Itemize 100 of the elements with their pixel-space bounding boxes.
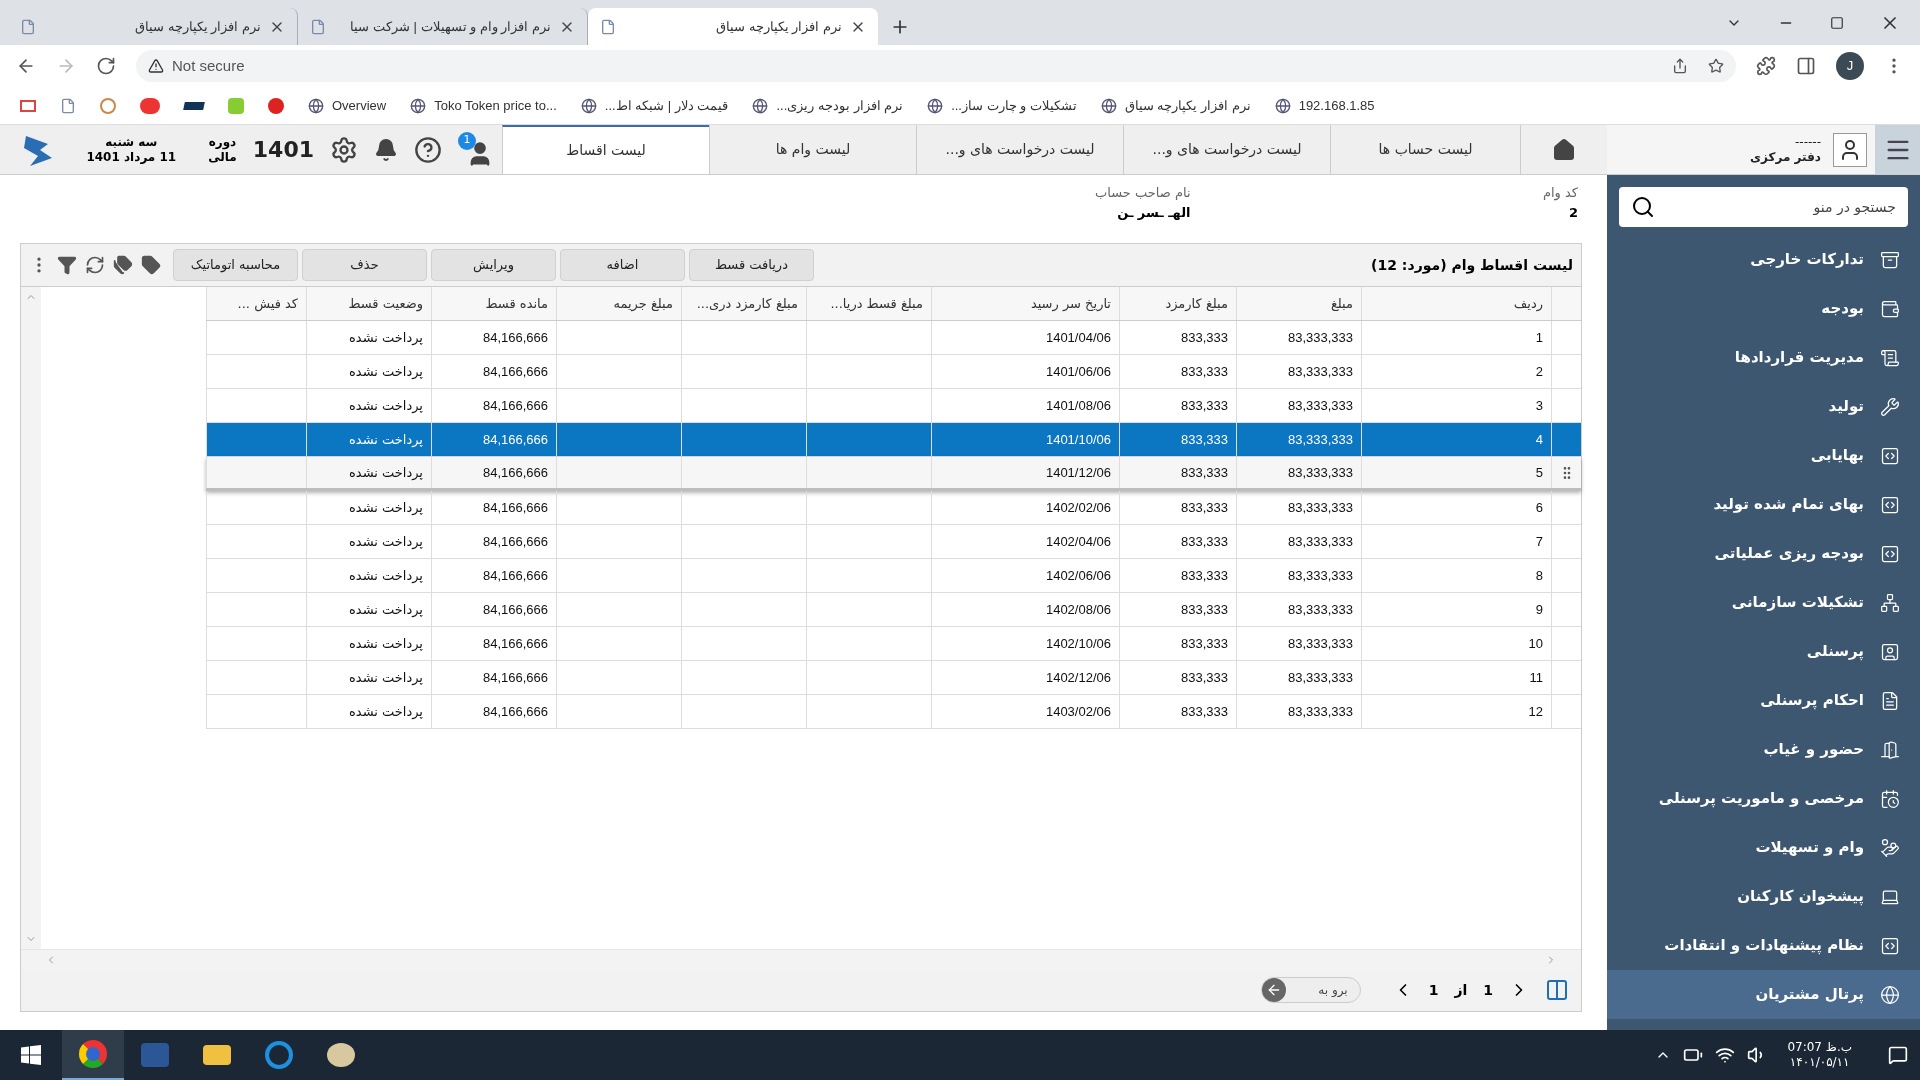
table-cell-text: پرداخت نشده (349, 463, 423, 482)
user-avatar-icon (1833, 132, 1867, 167)
settings-icon[interactable] (330, 135, 358, 164)
column-header[interactable]: مانده قسط (431, 287, 556, 320)
bookmark[interactable]: Overview (332, 95, 387, 116)
table-cell-text: 833,333 (1181, 532, 1228, 551)
table-cell-text: 84,166,666 (482, 532, 548, 551)
menu-item[interactable]: مرخصی و ماموریت پرسنلی (1607, 774, 1920, 823)
maximize-icon[interactable] (1830, 16, 1844, 30)
table-cell-text: 84,166,666 (482, 668, 548, 687)
bookmark[interactable]: نرم افزار بودجه ریزی... (776, 95, 904, 116)
table-cell-text: 1401/08/06 (1045, 396, 1111, 415)
star-icon[interactable] (1708, 58, 1724, 74)
toolbar-button[interactable]: ویرایش (431, 249, 556, 281)
clock-time[interactable]: ب.ظ 07:07 (1787, 1040, 1852, 1055)
menu-item[interactable]: پرتال مشتریان (1607, 970, 1920, 1019)
panel-title: لیست اقساط وام (مورد: 12) (1371, 255, 1573, 276)
bookmark[interactable]: 192.168.1.85 (1298, 95, 1375, 116)
table-cell-text: 2 (1535, 362, 1543, 381)
column-header[interactable]: مبلغ (1236, 287, 1361, 320)
bookmark[interactable]: نرم افزار یکپارچه سیاق (1124, 95, 1251, 116)
extension-icon[interactable] (1756, 56, 1776, 76)
toolbar-button[interactable]: حذف (302, 249, 427, 281)
refresh-icon[interactable] (85, 255, 105, 275)
reload-icon[interactable] (96, 56, 116, 76)
table-cell-text: پرداخت نشده (349, 498, 423, 517)
column-header[interactable]: مبلغ کارمزد دری... (681, 287, 806, 320)
menu-item[interactable]: پرسنلی (1607, 627, 1920, 676)
column-header[interactable]: ردیف (1361, 287, 1551, 320)
globe-icon (1100, 97, 1117, 114)
menu-item[interactable]: تشکیلات سازمانی (1607, 578, 1920, 627)
bookmark[interactable]: تشکیلات و چارت ساز... (951, 95, 1077, 116)
menu-button[interactable] (1875, 125, 1920, 174)
page-tab[interactable]: لیست درخواست های و... (1123, 125, 1330, 174)
menu-item[interactable]: پیشخوان کارکنان (1607, 872, 1920, 921)
share-icon[interactable] (1672, 58, 1688, 74)
menu-search-field[interactable]: جستجو در منو (1655, 187, 1896, 227)
page-tab[interactable]: لیست درخواست های و... (916, 125, 1123, 174)
globe-icon (410, 97, 427, 114)
table-cell-text: 83,333,333 (1287, 498, 1353, 517)
wallet-icon (1880, 298, 1900, 319)
page-tab[interactable]: لیست اقساط (502, 125, 709, 174)
browser-tab[interactable]: نرم افزار یکپارچه سیاق (588, 8, 878, 45)
column-header[interactable]: مبلغ قسط دریا... (806, 287, 931, 320)
menu-item[interactable]: تولید (1607, 382, 1920, 431)
menu-item[interactable]: تدارکات خارجی (1607, 235, 1920, 284)
menu-item[interactable]: بهایابی (1607, 431, 1920, 480)
page-tab[interactable]: لیست حساب ها (1330, 125, 1520, 174)
period-label: دوره (208, 134, 237, 150)
chrome-icon[interactable] (62, 1030, 124, 1080)
table-cell-text: پرداخت نشده (349, 634, 423, 653)
table-cell-text: پرداخت نشده (349, 396, 423, 415)
globe-icon (1274, 97, 1291, 114)
go-to-page-field[interactable]: برو به (1297, 978, 1348, 1002)
document-icon (1880, 347, 1900, 368)
notification-center-icon[interactable] (1888, 1045, 1908, 1065)
table-cell-text: 833,333 (1181, 634, 1228, 653)
table-cell-text: 7 (1535, 532, 1543, 551)
column-header[interactable]: وضعیت قسط (306, 287, 431, 320)
toolbar-button[interactable]: اضافه (560, 249, 685, 281)
menu-item[interactable]: نظام پیشنهادات و انتقادات (1607, 921, 1920, 970)
table-cell-text: 1401/06/06 (1045, 362, 1111, 381)
menu-item[interactable]: حضور و غیاب (1607, 725, 1920, 774)
menu-item[interactable]: مدیریت قراردادها (1607, 333, 1920, 382)
clock-date[interactable]: ۱۴۰۱/۰۵/۱۱ (1789, 1055, 1850, 1070)
search-icon[interactable] (1631, 195, 1655, 219)
notification-badge: 1 (458, 131, 476, 150)
filter-icon[interactable] (57, 255, 77, 275)
column-header[interactable]: مبلغ کارمزد (1119, 287, 1236, 320)
tab-title: نرم افزار وام و تسهیلات | شرکت سیا (349, 17, 551, 37)
toolbar-button[interactable]: محاسبه اتوماتیک (173, 249, 298, 281)
wifi-icon[interactable] (1715, 1045, 1736, 1065)
toolbar-button[interactable]: دریافت قسط (689, 249, 814, 281)
tag-icon[interactable] (141, 255, 161, 275)
table-cell-text: 84,166,666 (482, 328, 548, 347)
go-to-page-box[interactable]: برو به (1260, 977, 1361, 1003)
bookmark[interactable]: قیمت دلار | شبکه اط... (604, 95, 729, 116)
side-panel-icon[interactable] (1796, 56, 1816, 76)
column-header[interactable]: مبلغ جریمه (556, 287, 681, 320)
menu-item[interactable]: بهای تمام شده تولید (1607, 480, 1920, 529)
column-header[interactable]: تاریخ سر رسید (931, 287, 1119, 320)
tags-icon[interactable] (113, 255, 133, 275)
search-box[interactable]: جستجو در منو (1619, 187, 1908, 227)
table-cell-text: پرداخت نشده (349, 702, 423, 721)
table-cell-text: 83,333,333 (1287, 600, 1353, 619)
fiscal-year[interactable]: 1401 (252, 133, 314, 166)
menu-item[interactable]: بودجه (1607, 284, 1920, 333)
profile-avatar[interactable]: J (1836, 52, 1864, 80)
menu-item[interactable]: احکام پرسنلی (1607, 676, 1920, 725)
table-cell-text: 84,166,666 (482, 463, 548, 482)
address-bar[interactable]: Not secure (136, 50, 1736, 82)
page-icon[interactable] (60, 97, 76, 114)
menu-item[interactable]: بودجه ریزی عملیاتی (1607, 529, 1920, 578)
layout-icon[interactable] (1545, 978, 1569, 1002)
bookmark[interactable]: Toko Token price to... (434, 95, 557, 116)
table-cell-text: 83,333,333 (1287, 362, 1353, 381)
menu-item[interactable]: وام و تسهیلات (1607, 823, 1920, 872)
column-header[interactable]: کد فیش ... (206, 287, 306, 320)
help-icon[interactable] (414, 135, 442, 164)
notification-icon[interactable] (374, 137, 398, 162)
